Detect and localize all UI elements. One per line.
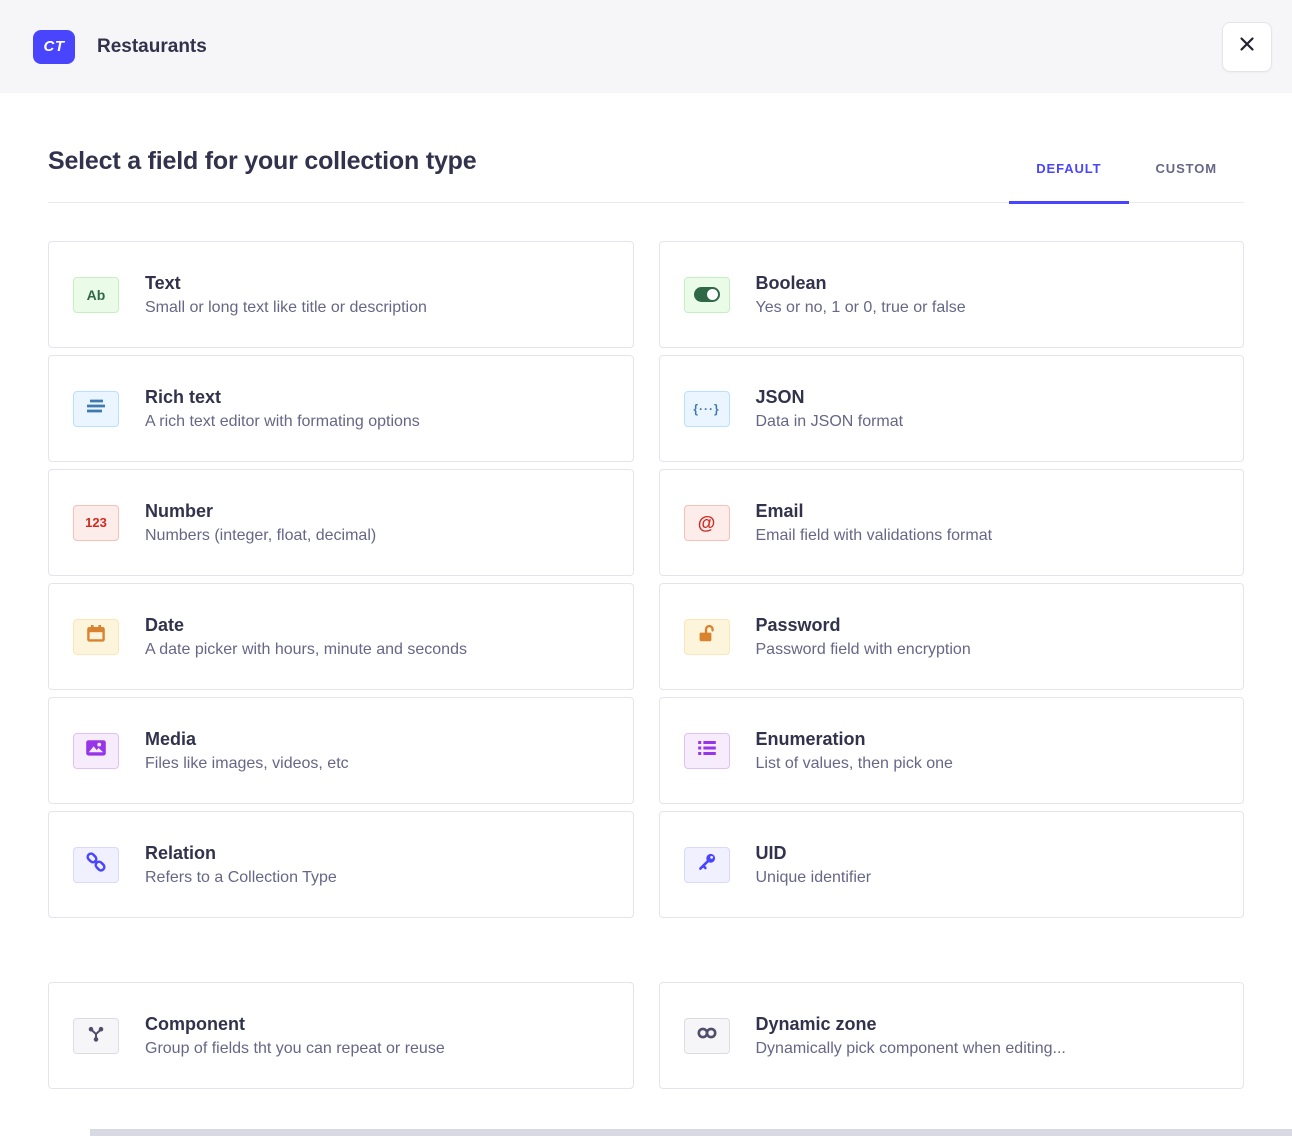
field-title: Relation <box>145 843 337 864</box>
date-field-icon <box>73 619 119 655</box>
collection-type-badge: CT <box>33 30 75 64</box>
field-title: Email <box>756 501 993 522</box>
field-description: Password field with encryption <box>756 641 971 659</box>
tab-default[interactable]: DEFAULT <box>1009 161 1128 202</box>
field-title: UID <box>756 843 872 864</box>
text-field-icon: Ab <box>73 277 119 313</box>
collection-title: Restaurants <box>97 36 207 58</box>
field-picker-modal: CT Restaurants Select a field for your c… <box>0 0 1292 1136</box>
close-button[interactable] <box>1222 22 1272 72</box>
field-title: Media <box>145 729 349 750</box>
json-field-icon: {···} <box>684 391 730 427</box>
field-meta: Boolean Yes or no, 1 or 0, true or false <box>756 273 966 317</box>
field-title: Text <box>145 273 427 294</box>
field-description: Refers to a Collection Type <box>145 869 337 887</box>
key-icon <box>695 850 719 879</box>
modal-body: Select a field for your collection type … <box>0 147 1292 1089</box>
field-card-relation[interactable]: Relation Refers to a Collection Type <box>48 811 634 918</box>
field-title: Dynamic zone <box>756 1014 1066 1035</box>
field-meta: Rich text A rich text editor with format… <box>145 387 420 431</box>
field-description: List of values, then pick one <box>756 755 953 773</box>
field-card-password[interactable]: Password Password field with encryption <box>659 583 1245 690</box>
field-description: Unique identifier <box>756 869 872 887</box>
dynamic-zone-field-icon <box>684 1018 730 1054</box>
field-card-date[interactable]: Date A date picker with hours, minute an… <box>48 583 634 690</box>
field-card-json[interactable]: {···} JSON Data in JSON format <box>659 355 1245 462</box>
ab-glyph-icon: Ab <box>87 287 106 303</box>
field-title: Enumeration <box>756 729 953 750</box>
field-description: Numbers (integer, float, decimal) <box>145 527 376 545</box>
enumeration-field-icon <box>684 733 730 769</box>
tab-bar: DEFAULT CUSTOM <box>1009 161 1244 202</box>
field-title: Rich text <box>145 387 420 408</box>
field-description: Dynamically pick component when editing.… <box>756 1040 1066 1058</box>
nodes-icon <box>84 1021 108 1050</box>
field-meta: Date A date picker with hours, minute an… <box>145 615 467 659</box>
123-glyph-icon: 123 <box>85 515 107 530</box>
curly-braces-icon: {···} <box>693 402 719 416</box>
field-card-dynamic-zone[interactable]: Dynamic zone Dynamically pick component … <box>659 982 1245 1089</box>
field-description: A rich text editor with formating option… <box>145 413 420 431</box>
field-meta: Dynamic zone Dynamically pick component … <box>756 1014 1066 1058</box>
field-meta: Number Numbers (integer, float, decimal) <box>145 501 376 545</box>
field-meta: Component Group of fields tht you can re… <box>145 1014 445 1058</box>
uid-field-icon <box>684 847 730 883</box>
field-card-enumeration[interactable]: Enumeration List of values, then pick on… <box>659 697 1245 804</box>
field-meta: Email Email field with validations forma… <box>756 501 993 545</box>
field-meta: Password Password field with encryption <box>756 615 971 659</box>
field-card-number[interactable]: 123 Number Numbers (integer, float, deci… <box>48 469 634 576</box>
field-description: Email field with validations format <box>756 527 993 545</box>
infinity-icon <box>695 1021 719 1050</box>
field-description: Small or long text like title or descrip… <box>145 299 427 317</box>
field-meta: Enumeration List of values, then pick on… <box>756 729 953 773</box>
component-field-icon <box>73 1018 119 1054</box>
page-title: Select a field for your collection type <box>48 147 476 176</box>
field-title: Password <box>756 615 971 636</box>
field-title: Number <box>145 501 376 522</box>
calendar-icon <box>84 622 108 651</box>
email-field-icon: @ <box>684 505 730 541</box>
field-card-email[interactable]: @ Email Email field with validations for… <box>659 469 1245 576</box>
field-meta: Media Files like images, videos, etc <box>145 729 349 773</box>
field-title: Date <box>145 615 467 636</box>
field-meta: Relation Refers to a Collection Type <box>145 843 337 887</box>
field-card-uid[interactable]: UID Unique identifier <box>659 811 1245 918</box>
field-description: Files like images, videos, etc <box>145 755 349 773</box>
chain-link-icon <box>84 850 108 879</box>
field-card-rich-text[interactable]: Rich text A rich text editor with format… <box>48 355 634 462</box>
field-card-media[interactable]: Media Files like images, videos, etc <box>48 697 634 804</box>
field-title: Boolean <box>756 273 966 294</box>
field-title: Component <box>145 1014 445 1035</box>
title-row: Select a field for your collection type … <box>48 147 1244 203</box>
image-icon <box>84 736 108 765</box>
open-lock-icon <box>695 622 719 651</box>
field-card-component[interactable]: Component Group of fields tht you can re… <box>48 982 634 1089</box>
toggle-on-icon <box>694 287 720 302</box>
field-grid: Ab Text Small or long text like title or… <box>48 241 1244 918</box>
tab-custom[interactable]: CUSTOM <box>1129 161 1245 202</box>
rich-text-field-icon <box>73 391 119 427</box>
background-page-edge <box>90 1129 1292 1136</box>
number-field-icon: 123 <box>73 505 119 541</box>
close-icon <box>1237 34 1257 59</box>
field-title: JSON <box>756 387 904 408</box>
field-meta: Text Small or long text like title or de… <box>145 273 427 317</box>
field-meta: JSON Data in JSON format <box>756 387 904 431</box>
field-description: Yes or no, 1 or 0, true or false <box>756 299 966 317</box>
field-description: Group of fields tht you can repeat or re… <box>145 1040 445 1058</box>
field-card-boolean[interactable]: Boolean Yes or no, 1 or 0, true or false <box>659 241 1245 348</box>
media-field-icon <box>73 733 119 769</box>
bullet-list-icon <box>695 736 719 765</box>
field-meta: UID Unique identifier <box>756 843 872 887</box>
advanced-field-grid: Component Group of fields tht you can re… <box>48 982 1244 1089</box>
field-card-text[interactable]: Ab Text Small or long text like title or… <box>48 241 634 348</box>
boolean-field-icon <box>684 277 730 313</box>
field-description: Data in JSON format <box>756 413 904 431</box>
relation-field-icon <box>73 847 119 883</box>
field-description: A date picker with hours, minute and sec… <box>145 641 467 659</box>
at-sign-icon: @ <box>698 514 716 532</box>
text-lines-icon <box>84 394 108 423</box>
password-field-icon <box>684 619 730 655</box>
modal-header: CT Restaurants <box>0 0 1292 93</box>
